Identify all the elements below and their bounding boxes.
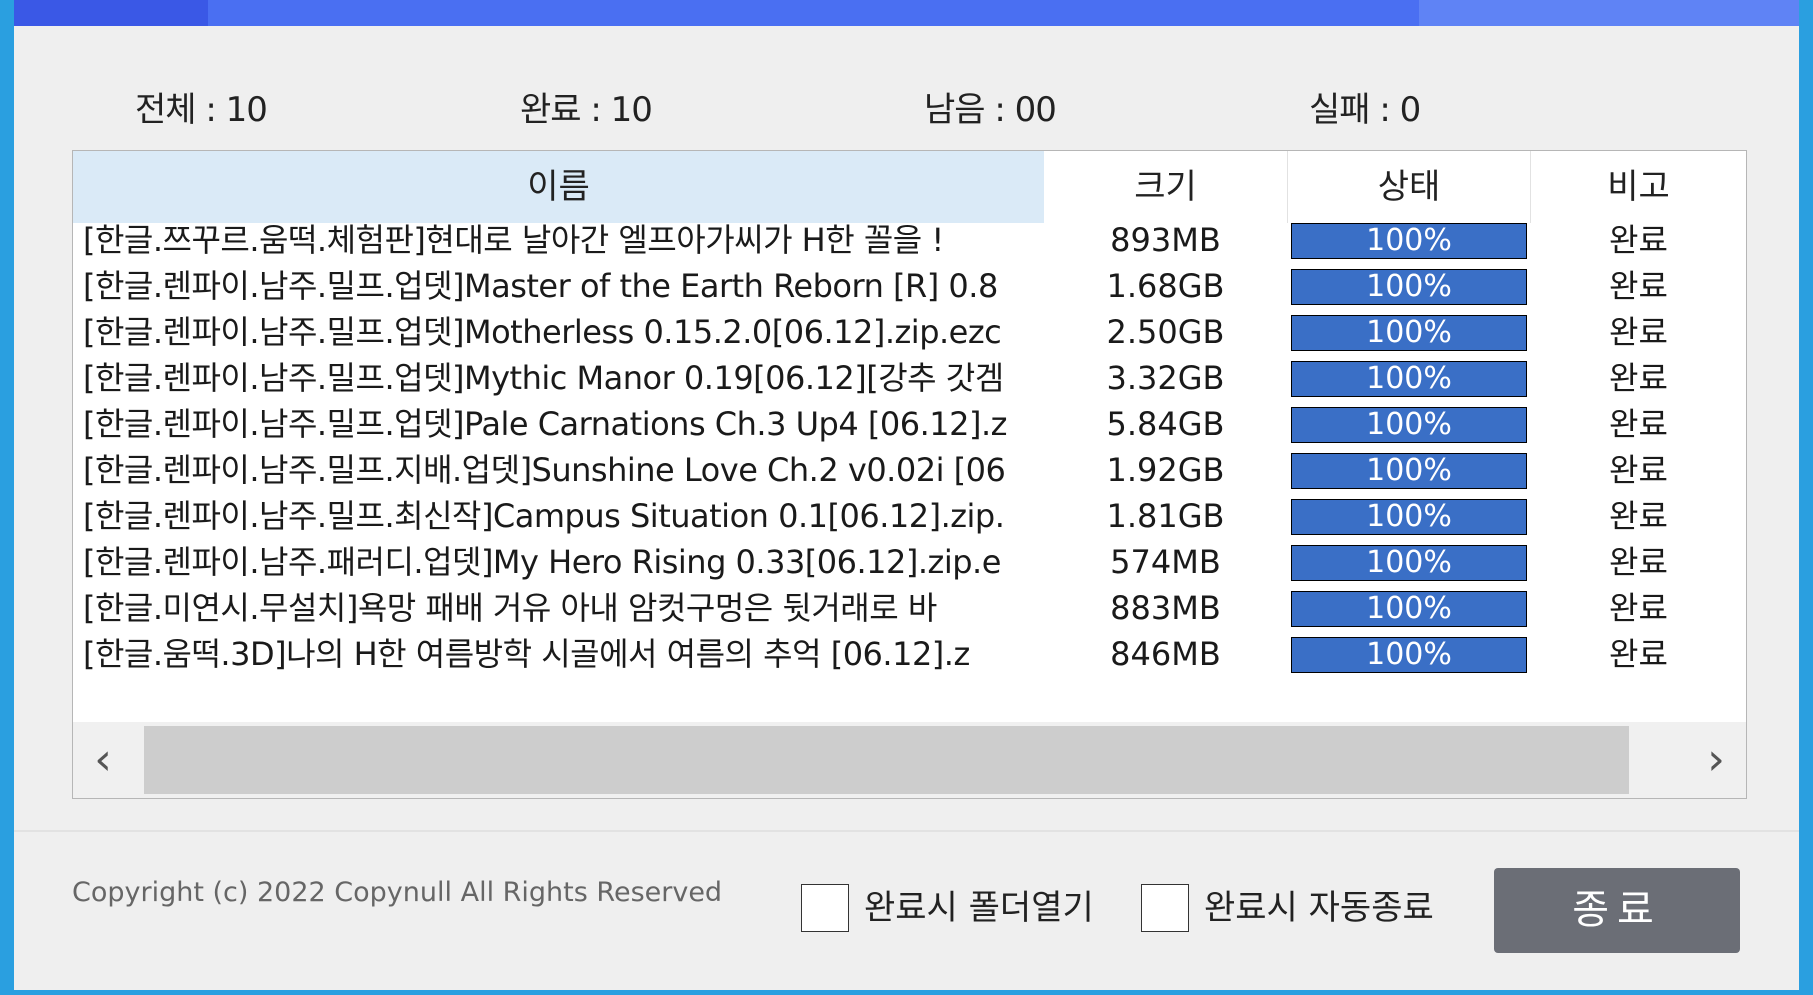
horizontal-scrollbar[interactable]: ‹ › (73, 722, 1746, 798)
row-note: 완료 (1609, 497, 1668, 535)
progress-bar: 100% (1291, 269, 1527, 305)
progress-percent: 100% (1366, 591, 1452, 626)
row-note: 완료 (1609, 405, 1668, 443)
table-row[interactable]: [한글.렌파이.남주.밀프.업뎃]Master of the Earth Reb… (73, 263, 1746, 309)
stat-total: 전체 : 10 (135, 90, 268, 130)
table-row[interactable]: [한글.렌파이.남주.밀프.업뎃]Motherless 0.15.2.0[06.… (73, 309, 1746, 355)
row-size: 893MB (1110, 221, 1221, 259)
progress-percent: 100% (1366, 223, 1452, 258)
progress-bar: 100% (1291, 453, 1527, 489)
footer-divider (14, 830, 1799, 832)
row-size: 846MB (1110, 635, 1221, 673)
row-name: [한글.렌파이.남주.밀프.업뎃]Mythic Manor 0.19[06.12… (83, 359, 1004, 397)
progress-bar: 100% (1291, 407, 1527, 443)
copyright-text: Copyright (c) 2022 Copynull All Rights R… (72, 877, 723, 908)
column-header-name[interactable]: 이름 (73, 151, 1044, 223)
title-bar-left-segment (14, 0, 208, 26)
row-note: 완료 (1609, 451, 1668, 489)
row-name: [한글.렌파이.남주.밀프.업뎃]Pale Carnations Ch.3 Up… (83, 405, 1007, 443)
scrollbar-thumb[interactable] (144, 726, 1629, 794)
table-row[interactable]: [한글.쯔꾸르.움떡.체험판]현대로 날아간 엘프아가씨가 H한 꼴을 ! 893… (73, 217, 1746, 263)
table-row[interactable]: [한글.움떡.3D]나의 H한 여름방학 시골에서 여름의 추억 [06.12]… (73, 631, 1746, 677)
progress-percent: 100% (1366, 407, 1452, 442)
progress-percent: 100% (1366, 637, 1452, 672)
title-bar-right-segment (1419, 0, 1799, 26)
progress-percent: 100% (1366, 453, 1452, 488)
progress-bar: 100% (1291, 315, 1527, 351)
close-button[interactable]: 종료 (1494, 868, 1740, 953)
table-row[interactable]: [한글.렌파이.남주.패러디.업뎃]My Hero Rising 0.33[06… (73, 539, 1746, 585)
progress-percent: 100% (1366, 315, 1452, 350)
table-row[interactable]: [한글.렌파이.남주.밀프.지배.업뎃]Sunshine Love Ch.2 v… (73, 447, 1746, 493)
progress-percent: 100% (1366, 361, 1452, 396)
row-size: 5.84GB (1106, 405, 1225, 443)
row-size: 3.32GB (1106, 359, 1225, 397)
table-row[interactable]: [한글.렌파이.남주.밀프.업뎃]Pale Carnations Ch.3 Up… (73, 401, 1746, 447)
progress-bar: 100% (1291, 361, 1527, 397)
progress-bar: 100% (1291, 223, 1527, 259)
row-size: 2.50GB (1106, 313, 1225, 351)
row-note: 완료 (1609, 635, 1668, 673)
row-name: [한글.렌파이.남주.밀프.지배.업뎃]Sunshine Love Ch.2 v… (83, 451, 1006, 489)
column-header-size[interactable]: 크기 (1044, 151, 1287, 223)
scroll-right-arrow-icon[interactable]: › (1686, 722, 1746, 798)
open-folder-checkbox[interactable] (801, 884, 849, 932)
progress-percent: 100% (1366, 269, 1452, 304)
table-row[interactable]: [한글.미연시.무설치]욕망 패배 거유 아내 암컷구멍은 뒷거래로 바 883M… (73, 585, 1746, 631)
progress-bar: 100% (1291, 499, 1527, 535)
row-name: [한글.렌파이.남주.밀프.최신작]Campus Situation 0.1[0… (83, 497, 1005, 535)
auto-exit-label[interactable]: 완료시 자동종료 (1204, 884, 1434, 932)
auto-exit-checkbox[interactable] (1141, 884, 1189, 932)
row-size: 1.92GB (1106, 451, 1225, 489)
progress-bar: 100% (1291, 637, 1527, 673)
row-size: 574MB (1110, 543, 1221, 581)
progress-bar: 100% (1291, 545, 1527, 581)
row-name: [한글.렌파이.남주.패러디.업뎃]My Hero Rising 0.33[06… (83, 543, 1001, 581)
progress-bar: 100% (1291, 591, 1527, 627)
table-row[interactable]: [한글.렌파이.남주.밀프.업뎃]Mythic Manor 0.19[06.12… (73, 355, 1746, 401)
row-name: [한글.움떡.3D]나의 H한 여름방학 시골에서 여름의 추억 [06.12]… (83, 635, 970, 673)
table-row[interactable]: [한글.렌파이.남주.밀프.최신작]Campus Situation 0.1[0… (73, 493, 1746, 539)
row-name: [한글.렌파이.남주.밀프.업뎃]Master of the Earth Reb… (83, 267, 998, 305)
row-note: 완료 (1609, 221, 1668, 259)
scroll-left-arrow-icon[interactable]: ‹ (73, 722, 133, 798)
row-note: 완료 (1609, 589, 1668, 627)
row-name: [한글.미연시.무설치]욕망 패배 거유 아내 암컷구멍은 뒷거래로 바 (83, 589, 937, 627)
row-note: 완료 (1609, 313, 1668, 351)
row-size: 1.81GB (1106, 497, 1225, 535)
open-folder-label[interactable]: 완료시 폴더열기 (864, 884, 1094, 932)
stat-complete: 완료 : 10 (520, 90, 653, 130)
download-list[interactable]: 이름 크기 상태 비고 [한글.쯔꾸르.움떡.체험판]현대로 날아간 엘프아가씨… (72, 150, 1747, 799)
row-note: 완료 (1609, 543, 1668, 581)
title-bar[interactable] (14, 0, 1799, 26)
row-note: 완료 (1609, 359, 1668, 397)
stat-failed: 실패 : 0 (1309, 90, 1421, 130)
column-header-note[interactable]: 비고 (1531, 151, 1746, 223)
stat-remaining: 남음 : 00 (924, 90, 1057, 130)
list-header: 이름 크기 상태 비고 (73, 151, 1746, 223)
progress-percent: 100% (1366, 499, 1452, 534)
row-size: 883MB (1110, 589, 1221, 627)
row-note: 완료 (1609, 267, 1668, 305)
download-window: 전체 : 10 완료 : 10 남음 : 00 실패 : 0 이름 크기 상태 … (14, 0, 1799, 990)
row-name: [한글.렌파이.남주.밀프.업뎃]Motherless 0.15.2.0[06.… (83, 313, 1002, 351)
row-size: 1.68GB (1106, 267, 1225, 305)
column-header-status[interactable]: 상태 (1287, 151, 1531, 223)
row-name: [한글.쯔꾸르.움떡.체험판]현대로 날아간 엘프아가씨가 H한 꼴을 ! (83, 221, 944, 259)
progress-percent: 100% (1366, 545, 1452, 580)
